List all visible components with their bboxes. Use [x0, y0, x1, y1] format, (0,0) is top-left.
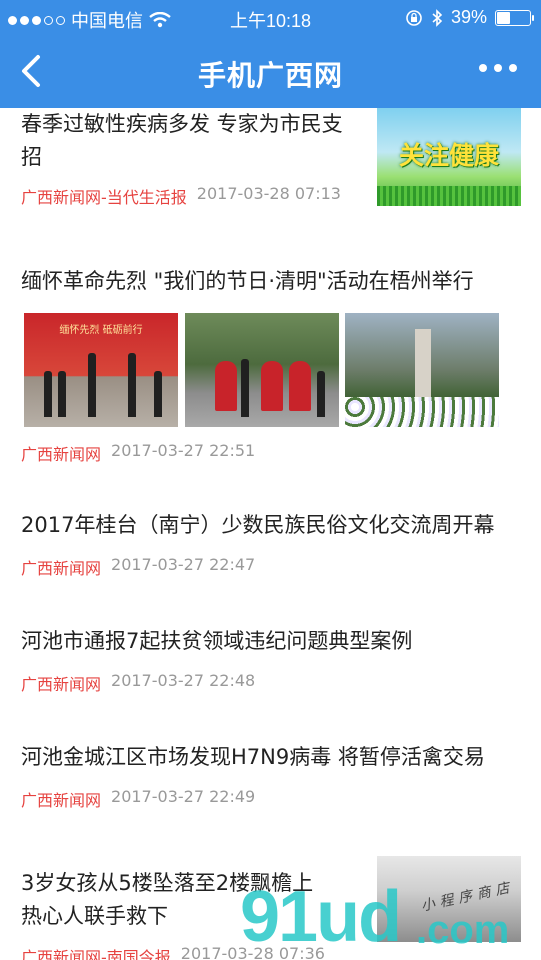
page-title: 手机广西网: [197, 59, 343, 92]
news-time: 2017-03-27 22:49: [111, 787, 256, 806]
news-meta: 广西新闻网-当代生活报 2017-03-28 07:13: [21, 184, 341, 208]
news-source: 广西新闻网: [21, 445, 102, 464]
news-feed: 春季过敏性疾病多发 专家为市民支招 广西新闻网-当代生活报 2017-03-28…: [0, 108, 541, 960]
news-source: 广西新闻网-南国今报: [21, 948, 171, 960]
news-source: 广西新闻网: [21, 559, 102, 578]
news-time: 2017-03-27 22:51: [111, 441, 256, 460]
battery-icon: [495, 9, 534, 26]
rotation-lock-icon: [406, 9, 422, 26]
news-title: 缅怀革命先烈 "我们的节日·清明"活动在梧州举行: [21, 269, 474, 293]
thumbnail-caption: 关注健康: [398, 141, 499, 170]
news-title: 河池市通报7起扶贫领域违纪问题典型案例: [21, 629, 413, 653]
news-source: 广西新闻网: [21, 791, 102, 810]
news-photo: [345, 313, 499, 427]
status-bar: 中国电信 上午10:18 39%: [0, 0, 541, 34]
news-title: 河池金城江区市场发现H7N9病毒 将暂停活禽交易: [21, 745, 485, 769]
news-time: 2017-03-28 07:36: [180, 944, 325, 960]
nav-bar: 手机广西网: [0, 34, 541, 108]
news-item[interactable]: 河池金城江区市场发现H7N9病毒 将暂停活禽交易 广西新闻网 2017-03-2…: [0, 721, 541, 838]
news-meta: 广西新闻网 2017-03-27 22:49: [21, 787, 255, 811]
news-photo: 缅怀先烈 砥砺前行: [24, 313, 178, 427]
battery-percent: 39%: [450, 7, 487, 27]
news-item[interactable]: 3岁女孩从5楼坠落至2楼飘檐上 热心人联手救下 广西新闻网-南国今报 2017-…: [0, 837, 541, 960]
news-item[interactable]: 春季过敏性疾病多发 专家为市民支招 广西新闻网-当代生活报 2017-03-28…: [0, 108, 541, 246]
news-meta: 广西新闻网 2017-03-27 22:48: [21, 671, 255, 695]
news-item[interactable]: 河池市通报7起扶贫领域违纪问题典型案例 广西新闻网 2017-03-27 22:…: [0, 605, 541, 722]
news-title: 春季过敏性疾病多发 专家为市民支招: [21, 112, 343, 169]
news-thumbnail: 关注健康: [377, 108, 521, 206]
bluetooth-icon: [432, 8, 443, 27]
news-time: 2017-03-27 22:47: [111, 555, 256, 574]
more-menu-icon[interactable]: [479, 64, 517, 72]
news-source: 广西新闻网: [21, 675, 102, 694]
news-meta: 广西新闻网 2017-03-27 22:47: [21, 555, 255, 579]
news-title: 2017年桂台（南宁）少数民族民俗文化交流周开幕: [21, 513, 495, 537]
news-time: 2017-03-27 22:48: [111, 671, 256, 690]
news-item[interactable]: 缅怀革命先烈 "我们的节日·清明"活动在梧州举行 缅怀先烈 砥砺前行 广西新闻网…: [0, 245, 541, 490]
news-meta: 广西新闻网-南国今报 2017-03-28 07:36: [21, 944, 325, 960]
news-item[interactable]: 2017年桂台（南宁）少数民族民俗文化交流周开幕 广西新闻网 2017-03-2…: [0, 489, 541, 606]
news-photo: [185, 313, 339, 427]
news-meta: 广西新闻网 2017-03-27 22:51: [21, 441, 255, 465]
news-source: 广西新闻网-当代生活报: [21, 188, 187, 207]
news-title: 3岁女孩从5楼坠落至2楼飘檐上 热心人联手救下: [21, 871, 314, 928]
news-time: 2017-03-28 07:13: [196, 184, 341, 203]
news-thumbnail: [377, 856, 521, 942]
status-right: 39%: [405, 7, 534, 28]
photo-banner: 缅怀先烈 砥砺前行: [59, 325, 143, 336]
